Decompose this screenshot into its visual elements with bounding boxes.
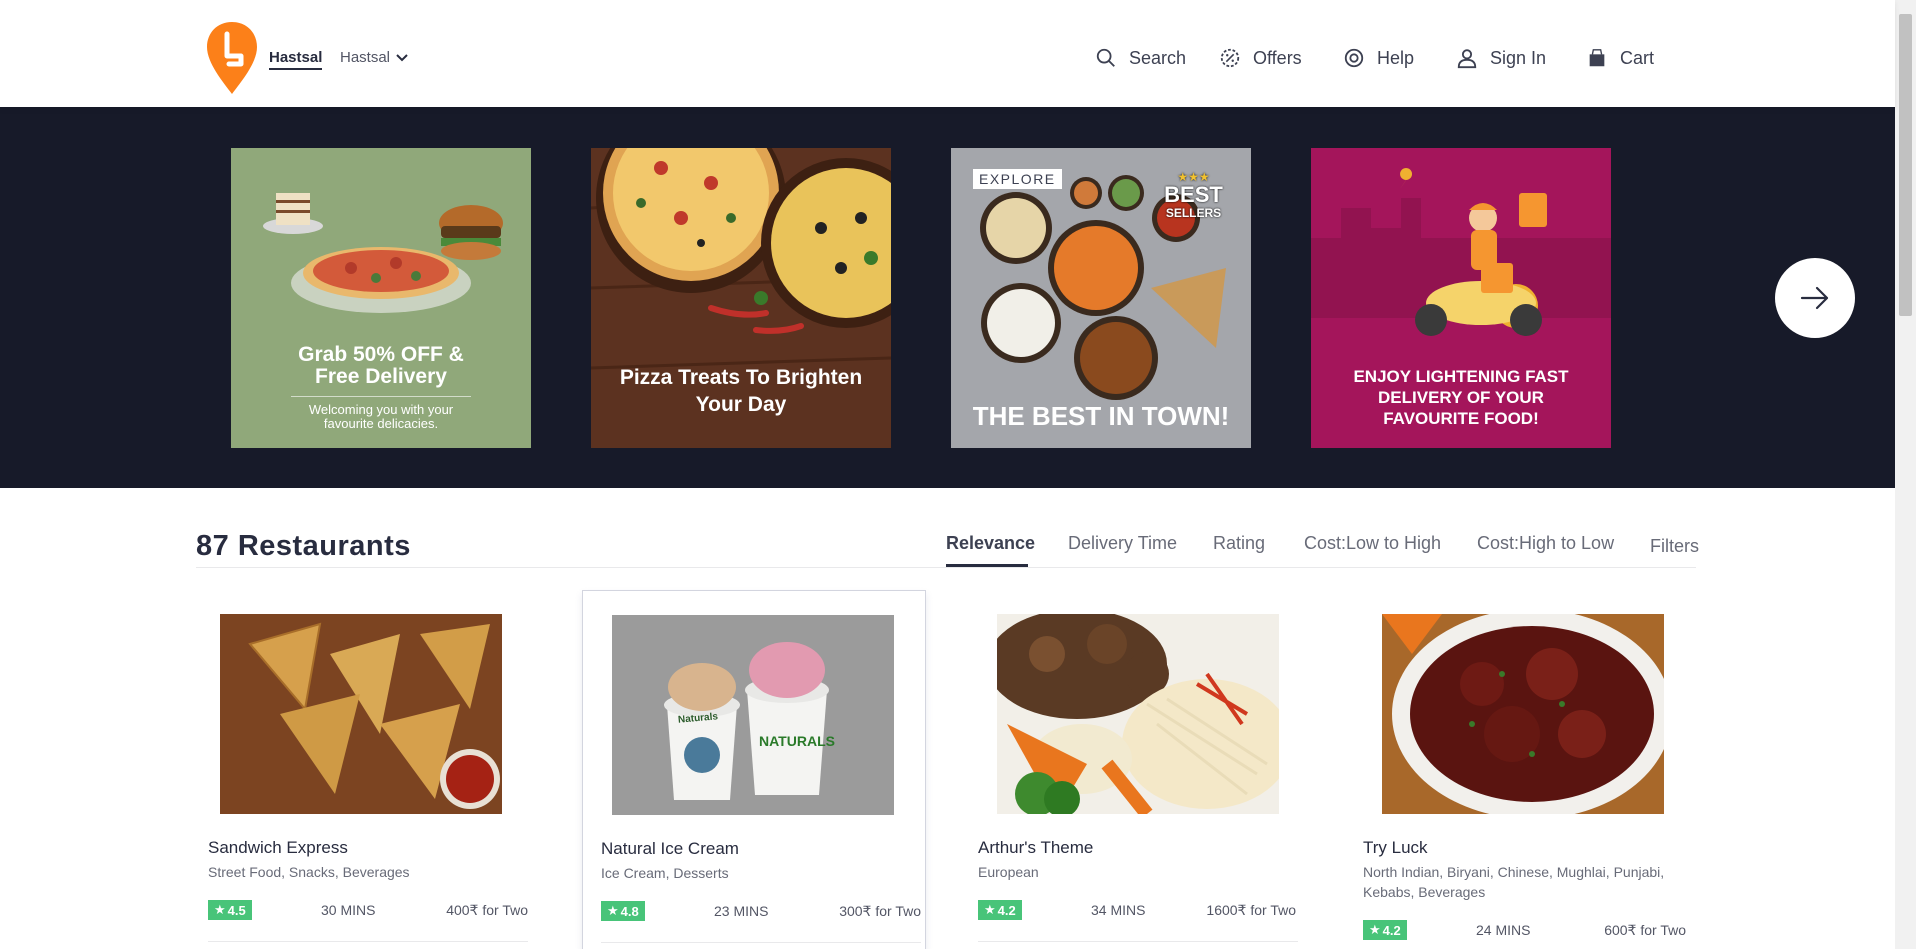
restaurant-count: 87 Restaurants: [196, 530, 411, 562]
star-icon: ★: [214, 902, 226, 917]
restaurant-cuisine: Ice Cream, Desserts: [601, 865, 729, 881]
offer-divider: [291, 396, 471, 397]
offer-card-pizza[interactable]: Pizza Treats To Brighten Your Day: [591, 148, 891, 448]
offer-card-discount[interactable]: Grab 50% OFF & Free Delivery Welcoming y…: [231, 148, 531, 448]
active-sort-indicator: [946, 564, 1028, 567]
offer-card-bestsellers-title: THE BEST IN TOWN!: [972, 401, 1230, 431]
offer-card-pizza-line1: Pizza Treats To Brighten: [619, 366, 863, 389]
restaurant-name: Natural Ice Cream: [601, 839, 739, 858]
sort-bar-divider: [196, 567, 1696, 568]
nav-cart-label: Cart: [1620, 47, 1655, 68]
card-divider: [601, 942, 921, 943]
search-icon: [1096, 48, 1115, 67]
offers-icon: [1220, 48, 1240, 68]
offer-card-discount-line1: Grab 50% OFF &: [298, 343, 464, 366]
nav-help-label: Help: [1377, 47, 1415, 68]
rating-badge: ★ 4.5: [208, 900, 252, 920]
delivery-time: 34 MINS: [1091, 902, 1146, 918]
location-secondary: Hastsal: [340, 49, 391, 66]
restaurant-image: [220, 614, 502, 814]
location-selector[interactable]: Hastsal: [340, 49, 408, 66]
rating-value: 4.5: [227, 902, 246, 918]
delivery-time: 30 MINS: [321, 902, 376, 918]
restaurant-name: Try Luck: [1363, 838, 1428, 857]
product-brand-text: NATURALS: [759, 733, 835, 749]
delivery-time: 23 MINS: [714, 903, 769, 919]
restaurant-meta: ★ 4.5 30 MINS 400₹ for Two: [208, 900, 528, 922]
restaurant-card-try-luck[interactable]: Try Luck North Indian, Biryani, Chinese,…: [1345, 590, 1689, 949]
restaurant-name: Arthur's Theme: [978, 838, 1094, 857]
bestsellers-badge: ★★★ BEST SELLERS: [1156, 168, 1231, 222]
offers-carousel: Grab 50% OFF & Free Delivery Welcoming y…: [0, 107, 1895, 488]
nav-search[interactable]: Search: [1095, 47, 1186, 69]
offer-card-delivery-line2: DELIVERY OF YOUR: [1378, 388, 1544, 407]
page-scrollbar[interactable]: [1895, 0, 1916, 949]
badge-line2: SELLERS: [1165, 206, 1222, 220]
offer-card-bestsellers[interactable]: EXPLORE ★★★ BEST SELLERS THE BEST IN TOW…: [951, 148, 1251, 448]
sort-cost-high-low[interactable]: Cost:High to Low: [1477, 533, 1614, 554]
arrow-right-icon: [1800, 286, 1829, 310]
nav-signin[interactable]: Sign In: [1456, 47, 1546, 69]
restaurant-name: Sandwich Express: [208, 838, 348, 857]
cost-for-two: 1600₹ for Two: [1206, 902, 1296, 918]
restaurant-image: [997, 614, 1279, 814]
cost-for-two: 400₹ for Two: [446, 902, 528, 918]
restaurant-image: Naturals NATURALS: [612, 615, 894, 815]
carousel-next-button[interactable]: [1775, 258, 1855, 338]
rating-badge: ★ 4.2: [1363, 920, 1407, 940]
star-icon: ★: [1369, 922, 1381, 937]
sort-rating[interactable]: Rating: [1213, 533, 1265, 554]
restaurant-card-sandwich-express[interactable]: Sandwich Express Street Food, Snacks, Be…: [190, 590, 534, 949]
offer-card-delivery-line1: ENJOY LIGHTENING FAST: [1353, 367, 1569, 386]
offer-card-delivery-line3: FAVOURITE FOOD!: [1383, 409, 1539, 428]
rating-badge: ★ 4.2: [978, 900, 1022, 920]
sort-cost-low-high[interactable]: Cost:Low to High: [1304, 533, 1441, 554]
top-header: Hastsal Hastsal Search Offers Help Sign …: [0, 0, 1895, 107]
chevron-down-icon: [396, 53, 408, 61]
nav-search-label: Search: [1129, 47, 1187, 68]
nav-offers[interactable]: Offers: [1219, 47, 1302, 69]
rating-value: 4.2: [1382, 922, 1401, 938]
nav-cart[interactable]: Cart: [1586, 47, 1654, 69]
rating-badge: ★ 4.8: [601, 901, 645, 921]
restaurant-meta: ★ 4.2 34 MINS 1600₹ for Two: [978, 900, 1298, 922]
card-divider: [208, 941, 528, 942]
cart-icon: [1589, 49, 1605, 67]
nav-signin-label: Sign In: [1490, 47, 1547, 68]
help-icon: [1344, 48, 1364, 68]
offer-card-fast-delivery[interactable]: ENJOY LIGHTENING FAST DELIVERY OF YOUR F…: [1311, 148, 1611, 448]
restaurant-cuisine: European: [978, 864, 1039, 880]
restaurant-meta: ★ 4.8 23 MINS 300₹ for Two: [601, 901, 921, 923]
restaurant-cuisine: Street Food, Snacks, Beverages: [208, 864, 410, 880]
offer-card-discount-sub2: favourite delicacies.: [323, 416, 439, 431]
offer-card-pizza-line2: Your Day: [695, 393, 787, 416]
cost-for-two: 300₹ for Two: [839, 903, 921, 919]
star-icon: ★: [984, 902, 996, 917]
star-icon: ★: [607, 903, 619, 918]
user-icon: [1457, 49, 1477, 69]
delivery-time: 24 MINS: [1476, 922, 1531, 938]
rating-value: 4.8: [620, 903, 639, 919]
restaurant-cuisine: North Indian, Biryani, Chinese, Mughlai,…: [1363, 864, 1665, 900]
scrollbar-thumb[interactable]: [1899, 14, 1912, 316]
explore-tag: EXPLORE: [973, 169, 1062, 189]
location-primary[interactable]: Hastsal: [269, 49, 323, 70]
sort-delivery-time[interactable]: Delivery Time: [1068, 533, 1177, 554]
restaurant-image: [1382, 614, 1664, 814]
badge-line1: BEST: [1164, 182, 1223, 207]
filters-button[interactable]: Filters: [1650, 536, 1699, 557]
nav-help[interactable]: Help: [1343, 47, 1414, 69]
rating-value: 4.2: [997, 902, 1016, 918]
sort-relevance[interactable]: Relevance: [946, 533, 1035, 554]
swiggy-logo[interactable]: [205, 20, 259, 96]
restaurant-card-natural-ice-cream[interactable]: Naturals NATURALS Natural Ice Cream Ice …: [582, 590, 926, 949]
restaurant-meta: ★ 4.2 24 MINS 600₹ for Two: [1363, 920, 1686, 942]
card-divider: [978, 941, 1298, 942]
offer-card-discount-line2: Free Delivery: [315, 365, 447, 388]
offer-card-discount-sub1: Welcoming you with your: [308, 402, 454, 417]
restaurant-card-arthurs-theme[interactable]: Arthur's Theme European ★ 4.2 34 MINS 160…: [960, 590, 1304, 949]
nav-offers-label: Offers: [1253, 47, 1302, 68]
cost-for-two: 600₹ for Two: [1604, 922, 1686, 938]
